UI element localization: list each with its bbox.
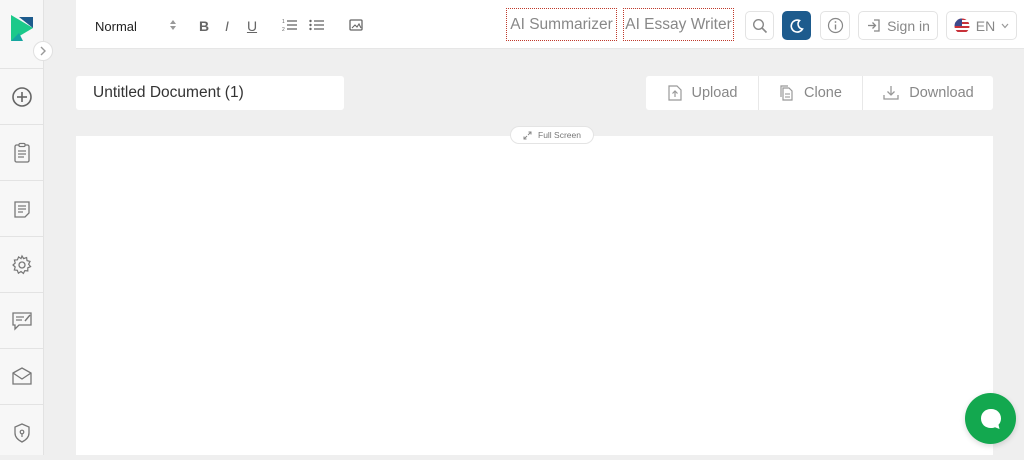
svg-text:2: 2 xyxy=(282,27,285,32)
download-button[interactable]: Download xyxy=(862,76,993,110)
underline-button[interactable]: U xyxy=(243,16,261,36)
italic-button[interactable]: I xyxy=(218,16,236,36)
ai-summarizer-link[interactable]: AI Summarizer xyxy=(506,8,617,41)
search-button[interactable] xyxy=(745,11,774,40)
sidebar-item-notes[interactable] xyxy=(0,180,43,236)
search-icon xyxy=(752,18,767,33)
sidebar-item-privacy[interactable] xyxy=(0,404,43,460)
upload-button[interactable]: Upload xyxy=(646,76,758,110)
clone-button[interactable]: Clone xyxy=(758,76,862,110)
document-list-icon xyxy=(13,200,30,218)
upload-icon xyxy=(667,85,682,101)
clone-icon xyxy=(780,85,793,101)
sign-in-icon xyxy=(868,19,880,32)
download-icon xyxy=(883,86,899,100)
clone-label: Clone xyxy=(804,85,842,101)
info-button[interactable] xyxy=(820,11,850,40)
sidebar-item-new[interactable] xyxy=(0,68,43,124)
sidebar-item-documents[interactable] xyxy=(0,124,43,180)
expand-icon xyxy=(523,131,532,139)
insert-image-button[interactable] xyxy=(349,19,363,31)
chevron-right-icon xyxy=(40,46,46,56)
editor-toolbar: Normal B I U 1 2 AI Summarizer AI Essay … xyxy=(76,0,1024,49)
download-label: Download xyxy=(909,85,974,101)
add-circle-icon xyxy=(11,86,32,107)
gear-icon xyxy=(11,254,32,274)
svg-text:1: 1 xyxy=(282,19,285,25)
fullscreen-button[interactable]: Full Screen xyxy=(510,126,594,144)
sidebar-collapse-button[interactable] xyxy=(33,41,53,61)
chevron-down-icon xyxy=(1001,23,1009,28)
text-format-select[interactable]: Normal xyxy=(95,14,177,38)
ai-essay-writer-link[interactable]: AI Essay Writer xyxy=(623,8,734,41)
ordered-list-button[interactable]: 1 2 xyxy=(282,18,298,32)
language-select[interactable]: EN xyxy=(946,11,1017,40)
sidebar-item-settings[interactable] xyxy=(0,236,43,292)
us-flag-icon xyxy=(954,18,970,33)
ordered-list-icon: 1 2 xyxy=(282,19,297,32)
text-format-value: Normal xyxy=(95,18,137,34)
mail-icon xyxy=(11,366,32,385)
bold-button[interactable]: B xyxy=(195,16,213,36)
image-icon xyxy=(349,19,363,31)
feedback-icon xyxy=(11,311,32,331)
language-label: EN xyxy=(975,17,996,34)
sign-in-button[interactable]: Sign in xyxy=(858,11,938,40)
clipboard-icon xyxy=(13,142,30,163)
document-actions: Upload Clone Download xyxy=(646,76,993,110)
upload-label: Upload xyxy=(691,85,738,101)
sidebar-item-feedback[interactable] xyxy=(0,292,43,348)
chat-button[interactable] xyxy=(965,393,1016,444)
sidebar xyxy=(0,0,44,455)
sign-in-label: Sign in xyxy=(887,17,930,34)
app-logo[interactable] xyxy=(9,13,35,43)
sidebar-item-mail[interactable] xyxy=(0,348,43,404)
bullet-list-button[interactable] xyxy=(309,18,325,32)
select-arrows-icon xyxy=(170,20,176,30)
shield-icon xyxy=(13,422,30,443)
dark-mode-toggle[interactable] xyxy=(782,11,811,40)
fullscreen-label: Full Screen xyxy=(538,130,581,140)
info-icon xyxy=(827,17,843,34)
chat-bubble-icon xyxy=(980,408,1001,429)
document-editor[interactable] xyxy=(76,136,993,455)
moon-icon xyxy=(789,18,804,33)
bullet-list-icon xyxy=(309,19,324,31)
document-title-input[interactable]: Untitled Document (1) xyxy=(76,76,344,110)
